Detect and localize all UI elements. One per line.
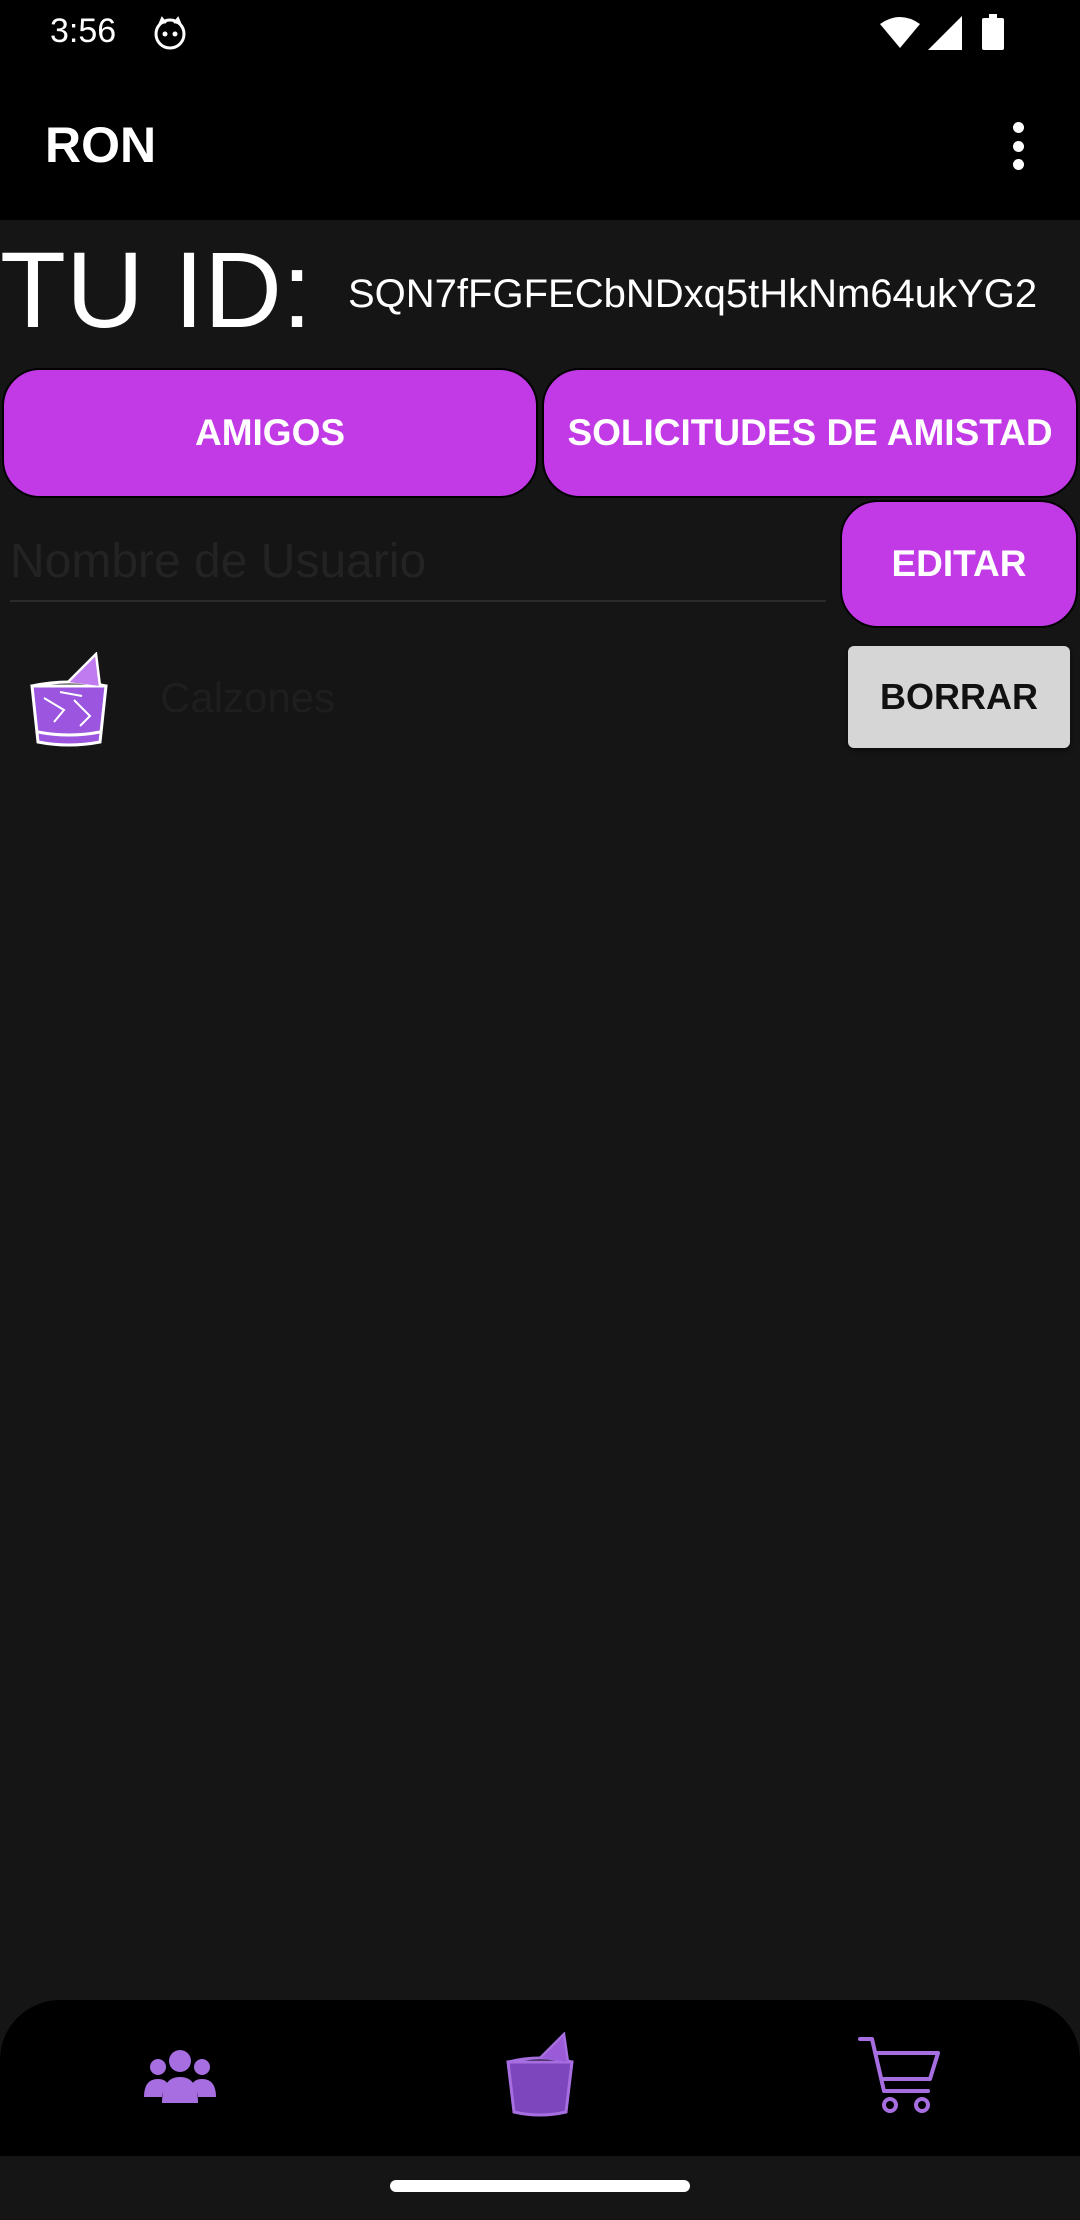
nav-friends[interactable] — [120, 2020, 240, 2130]
home-indicator[interactable] — [390, 2180, 690, 2192]
drink-glass-icon — [506, 2032, 574, 2117]
user-id-value: SQN7fFGFECbNDxq5tHkNm64ukYG2 — [348, 272, 1038, 316]
app-title: RON — [45, 117, 157, 173]
delete-button[interactable]: BORRAR — [848, 646, 1070, 748]
app-bar: RON — [0, 66, 1080, 220]
signal-icon — [928, 16, 962, 50]
menu-dot — [1012, 140, 1024, 152]
status-bar: 3:56 — [0, 0, 1080, 66]
nav-cart[interactable] — [840, 2020, 960, 2130]
status-time: 3:56 — [50, 12, 117, 50]
list-item: Calzones BORRAR — [0, 640, 1080, 760]
id-label: TU ID: — [0, 229, 312, 350]
drink-glass-icon — [30, 652, 108, 747]
shopping-cart-icon — [858, 2037, 940, 2113]
cat-notification-icon — [154, 16, 186, 50]
menu-dot — [1012, 122, 1024, 133]
friends-button[interactable]: AMIGOS — [2, 368, 538, 498]
list-item-name: Calzones — [160, 674, 336, 721]
username-input[interactable] — [10, 522, 826, 602]
edit-button[interactable]: EDITAR — [840, 500, 1078, 628]
group-icon — [144, 2050, 216, 2103]
bottom-navigation — [0, 2000, 1080, 2156]
screen: 3:56 RON TU ID: SQN7fFGFECbNDxq5tHkNm64u… — [0, 0, 1080, 2220]
more-vert-icon[interactable] — [995, 116, 1041, 176]
wifi-icon — [880, 17, 920, 48]
nav-drinks[interactable] — [480, 2020, 600, 2130]
battery-icon — [982, 14, 1004, 50]
menu-dot — [1012, 159, 1024, 170]
friend-requests-button[interactable]: SOLICITUDES DE AMISTAD — [542, 368, 1078, 498]
